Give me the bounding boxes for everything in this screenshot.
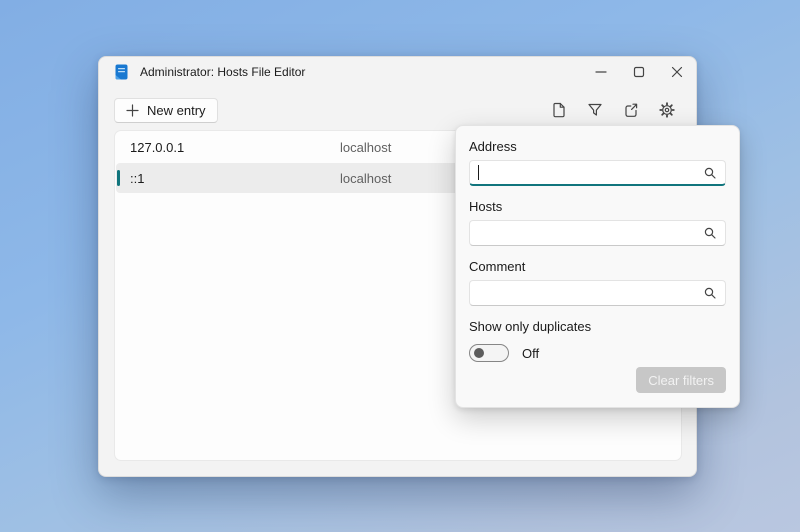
maximize-button[interactable] <box>620 57 658 87</box>
search-icon <box>704 167 716 179</box>
duplicates-toggle-row: Off <box>469 344 726 362</box>
filter-icon <box>587 102 603 118</box>
open-file-button[interactable] <box>545 97 573 123</box>
duplicates-toggle[interactable] <box>469 344 509 362</box>
text-caret <box>478 165 479 180</box>
window-controls <box>582 57 696 87</box>
comment-filter-input[interactable] <box>469 280 726 306</box>
toolbar-icon-group <box>545 97 681 123</box>
duplicates-label: Show only duplicates <box>469 319 726 334</box>
toggle-knob <box>474 348 484 358</box>
search-icon <box>704 227 716 239</box>
plus-icon <box>126 104 139 117</box>
minimize-icon <box>595 66 607 78</box>
filter-button[interactable] <box>581 97 609 123</box>
maximize-icon <box>633 66 645 78</box>
clear-filters-button[interactable]: Clear filters <box>636 367 726 393</box>
file-icon <box>551 102 567 118</box>
selection-indicator <box>117 170 120 186</box>
entry-address: ::1 <box>130 171 340 186</box>
open-external-button[interactable] <box>617 97 645 123</box>
new-entry-label: New entry <box>147 103 206 118</box>
minimize-button[interactable] <box>582 57 620 87</box>
filter-flyout: Address Hosts Comment Show only duplicat… <box>455 125 740 408</box>
entry-address: 127.0.0.1 <box>130 140 340 155</box>
app-icon <box>114 64 129 80</box>
settings-button[interactable] <box>653 97 681 123</box>
settings-gear-icon <box>659 102 675 118</box>
window-title: Administrator: Hosts File Editor <box>140 65 305 79</box>
close-button[interactable] <box>658 57 696 87</box>
open-external-icon <box>623 102 639 118</box>
new-entry-button[interactable]: New entry <box>114 98 218 123</box>
entry-hosts: localhost <box>340 140 391 155</box>
address-filter-input[interactable] <box>469 160 726 186</box>
close-icon <box>671 66 683 78</box>
address-label: Address <box>469 139 726 154</box>
hosts-filter-input[interactable] <box>469 220 726 246</box>
toolbar: New entry <box>99 97 696 123</box>
hosts-label: Hosts <box>469 199 726 214</box>
comment-label: Comment <box>469 259 726 274</box>
titlebar[interactable]: Administrator: Hosts File Editor <box>99 57 696 87</box>
search-icon <box>704 287 716 299</box>
toggle-state-label: Off <box>522 346 539 361</box>
entry-hosts: localhost <box>340 171 391 186</box>
